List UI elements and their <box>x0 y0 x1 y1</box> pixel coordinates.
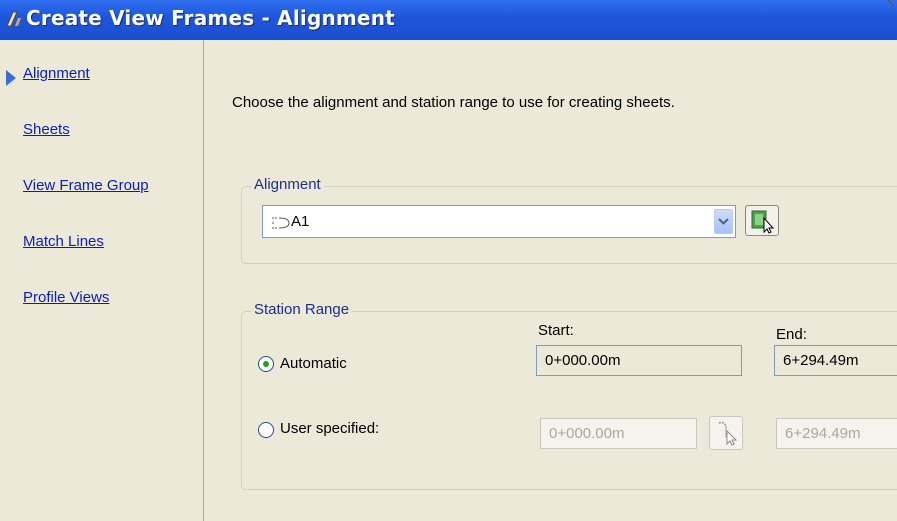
radio-selected-dot <box>263 361 269 367</box>
user-specified-radio[interactable] <box>258 422 274 438</box>
pick-from-drawing-icon <box>746 210 778 238</box>
sidebar-item-view-frame-group[interactable]: View Frame Group <box>23 177 149 194</box>
pick-station-button[interactable] <box>709 416 743 450</box>
automatic-radio[interactable] <box>258 356 274 372</box>
alignment-select[interactable]: A1 <box>262 205 736 238</box>
automatic-end-field: 6+294.49m <box>774 345 897 376</box>
user-start-field[interactable]: 0+000.00m <box>540 418 697 449</box>
alignment-icon <box>271 215 291 234</box>
automatic-radio-label[interactable]: Automatic <box>280 355 347 372</box>
sidebar-item-sheets[interactable]: Sheets <box>23 121 70 138</box>
window-title: Create View Frames - Alignment <box>26 6 395 30</box>
automatic-start-field: 0+000.00m <box>536 345 742 376</box>
station-range-group-label: Station Range <box>251 301 353 318</box>
sidebar-item-profile-views[interactable]: Profile Views <box>23 289 109 306</box>
window-corner-mark <box>887 0 895 6</box>
pick-station-icon <box>710 421 742 452</box>
app-icon <box>6 10 22 28</box>
end-column-label: End: <box>776 326 807 343</box>
chevron-down-icon[interactable] <box>714 209 733 234</box>
sidebar-item-alignment[interactable]: Alignment <box>23 65 90 82</box>
pick-alignment-button[interactable] <box>745 205 779 236</box>
user-specified-radio-label[interactable]: User specified: <box>280 420 379 437</box>
alignment-group-label: Alignment <box>251 176 324 193</box>
title-bar: Create View Frames - Alignment <box>0 0 897 40</box>
user-end-field[interactable]: 6+294.49m <box>776 418 897 449</box>
sidebar-item-match-lines[interactable]: Match Lines <box>23 233 104 250</box>
page-instruction: Choose the alignment and station range t… <box>232 94 675 111</box>
sidebar-divider <box>203 40 204 521</box>
start-column-label: Start: <box>538 322 574 339</box>
active-step-arrow-icon <box>6 70 16 86</box>
alignment-select-value: A1 <box>291 213 310 230</box>
